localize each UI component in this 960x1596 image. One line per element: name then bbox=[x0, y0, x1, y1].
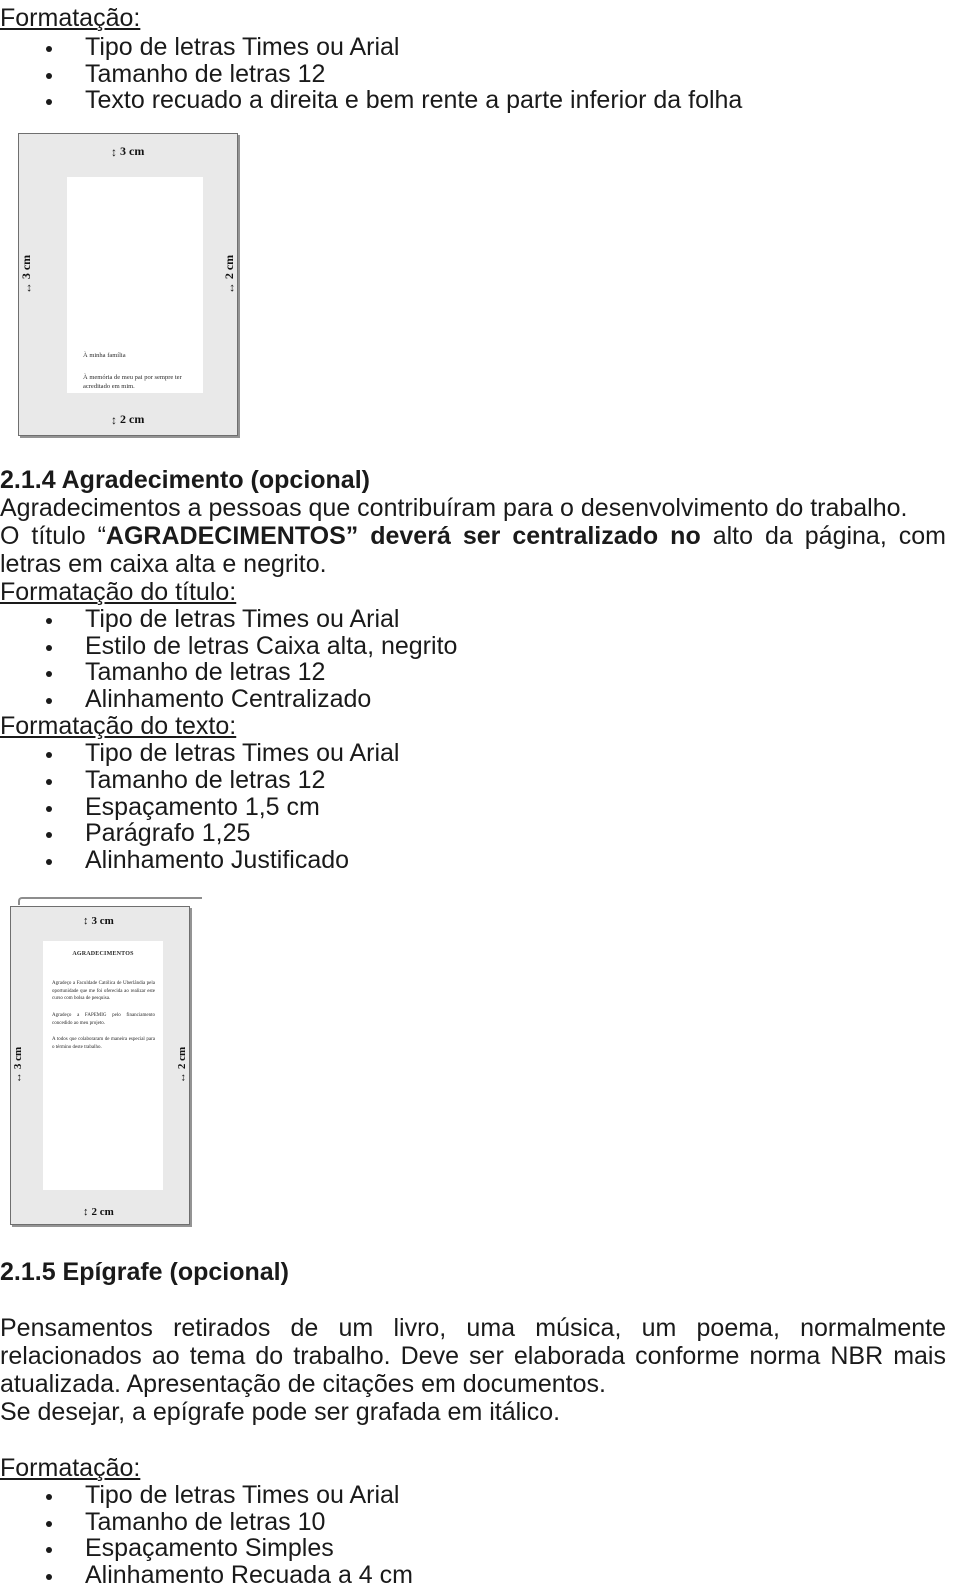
list-item: Alinhamento Justificado bbox=[0, 847, 946, 874]
arrow-vertical-icon: ↕ bbox=[83, 914, 89, 927]
list-item: Tamanho de letras 10 bbox=[0, 1508, 946, 1536]
paragraph-titulo-rule-lead: O título “ bbox=[0, 522, 106, 550]
paragraph-titulo-rule: O título “AGRADECIMENTOS” deverá ser cen… bbox=[0, 522, 946, 578]
formatting-label-top: Formatação: bbox=[0, 4, 141, 32]
figure-acknowledgements-paper-edge bbox=[18, 897, 202, 905]
list-item: Tamanho de letras 12 bbox=[0, 659, 946, 686]
list-item: Espaçamento 1,5 cm bbox=[0, 793, 946, 821]
dedication-line-1: À minha família bbox=[83, 352, 126, 359]
paragraph-titulo-rule-bold: AGRADECIMENTOS” deverá ser centralizado … bbox=[105, 522, 701, 550]
list-item: Estilo de letras Caixa alta, negrito bbox=[0, 632, 946, 660]
arrow-vertical-icon: ↕ bbox=[83, 1205, 89, 1218]
list-item: Alinhamento Centralizado bbox=[0, 686, 946, 713]
list-item: Texto recuado a direita e bem rente a pa… bbox=[0, 87, 742, 114]
dimension-top: ↕ 3 cm bbox=[83, 915, 114, 927]
paragraph-agradecimentos-intro: Agradecimentos a pessoas que contribuíra… bbox=[0, 494, 908, 522]
acknowledgements-sheet: AGRADECIMENTOS Agradeço a Faculdade Cató… bbox=[43, 941, 163, 1190]
list-item: Alinhamento Recuada a 4 cm bbox=[0, 1562, 946, 1589]
list-item: Espaçamento Simples bbox=[0, 1535, 946, 1562]
text-formatting-list: Tipo de letras Times ou Arial Tamanho de… bbox=[0, 740, 946, 873]
arrow-horizontal-icon: ↔ bbox=[11, 1072, 24, 1084]
arrow-horizontal-icon: ↔ bbox=[222, 282, 237, 295]
acknowledgements-paragraph-3: A todos que colaboraram de maneira espec… bbox=[52, 1037, 155, 1050]
formatting-list-bottom: Tipo de letras Times ou Arial Tamanho de… bbox=[0, 1482, 946, 1588]
arrow-horizontal-icon: ↔ bbox=[19, 282, 34, 295]
dimension-left-label: 3 cm bbox=[12, 1046, 25, 1070]
dedication-line-2: À memória de meu pai por sempre ter acre… bbox=[83, 374, 182, 390]
paragraph-epigrafe-italic-note: Se desejar, a epígrafe pode ser grafada … bbox=[0, 1398, 561, 1426]
section-2-1-5: 2.1.5 Epígrafe (opcional) Pensamentos re… bbox=[0, 1258, 946, 1588]
dedication-sheet: À minha família À memória de meu pai por… bbox=[67, 177, 203, 393]
dimension-left: ↔ 3 cm bbox=[11, 1046, 25, 1084]
formatting-list-top: Tipo de letras Times ou Arial Tamanho de… bbox=[0, 34, 742, 114]
dimension-right-label: 2 cm bbox=[221, 254, 236, 280]
dimension-bottom: ↕ 2 cm bbox=[111, 412, 144, 427]
heading-2-1-4: 2.1.4 Agradecimento (opcional) bbox=[0, 466, 370, 494]
section-2-1-4: 2.1.4 Agradecimento (opcional) Agradecim… bbox=[0, 466, 946, 873]
dimension-bottom-label: 2 cm bbox=[120, 412, 145, 426]
section-one-formatting-block: Formatação: Tipo de letras Times ou Aria… bbox=[0, 4, 742, 114]
list-item: Tipo de letras Times ou Arial bbox=[0, 1482, 946, 1509]
figure-dedication-page-layout: À minha família À memória de meu pai por… bbox=[18, 133, 238, 436]
list-item: Tamanho de letras 12 bbox=[0, 767, 946, 794]
arrow-horizontal-icon: ↔ bbox=[175, 1072, 188, 1084]
dimension-top-label: 3 cm bbox=[91, 915, 114, 927]
dimension-left: ↔ 3 cm bbox=[19, 255, 34, 294]
arrow-vertical-icon: ↕ bbox=[111, 412, 117, 427]
acknowledgements-page-title: AGRADECIMENTOS bbox=[72, 951, 134, 957]
arrow-vertical-icon: ↕ bbox=[111, 144, 117, 159]
list-item: Tipo de letras Times ou Arial bbox=[0, 740, 946, 767]
dimension-top: ↕ 3 cm bbox=[111, 144, 144, 159]
dimension-bottom-label: 2 cm bbox=[91, 1206, 114, 1218]
formatting-label-bottom: Formatação: bbox=[0, 1454, 141, 1482]
dimension-left-label: 3 cm bbox=[19, 254, 34, 280]
dimension-right: ↔ 2 cm bbox=[222, 255, 237, 294]
list-item: Parágrafo 1,25 bbox=[0, 820, 946, 847]
paragraph-epigrafe-intro: Pensamentos retirados de um livro, uma m… bbox=[0, 1314, 946, 1398]
dimension-bottom: ↕ 2 cm bbox=[83, 1206, 114, 1218]
list-item: Tamanho de letras 12 bbox=[0, 60, 742, 88]
title-formatting-label: Formatação do título: bbox=[0, 578, 237, 606]
acknowledgements-paragraph-1: Agradeço a Faculdade Católica de Uberlân… bbox=[52, 981, 155, 1001]
document-page: Formatação: Tipo de letras Times ou Aria… bbox=[0, 0, 960, 1596]
text-formatting-label: Formatação do texto: bbox=[0, 712, 237, 741]
list-item: Tipo de letras Times ou Arial bbox=[0, 34, 742, 61]
dimension-right-label: 2 cm bbox=[175, 1046, 188, 1070]
title-formatting-list: Tipo de letras Times ou Arial Estilo de … bbox=[0, 606, 946, 712]
dimension-top-label: 3 cm bbox=[120, 144, 145, 158]
figure-acknowledgements-page-layout: AGRADECIMENTOS Agradeço a Faculdade Cató… bbox=[10, 906, 190, 1225]
acknowledgements-paragraph-2: Agradeço a FAPEMIG pelo financiamento co… bbox=[52, 1013, 155, 1026]
heading-2-1-5: 2.1.5 Epígrafe (opcional) bbox=[0, 1258, 289, 1286]
list-item: Tipo de letras Times ou Arial bbox=[0, 606, 946, 633]
dimension-right: ↔ 2 cm bbox=[175, 1046, 188, 1084]
